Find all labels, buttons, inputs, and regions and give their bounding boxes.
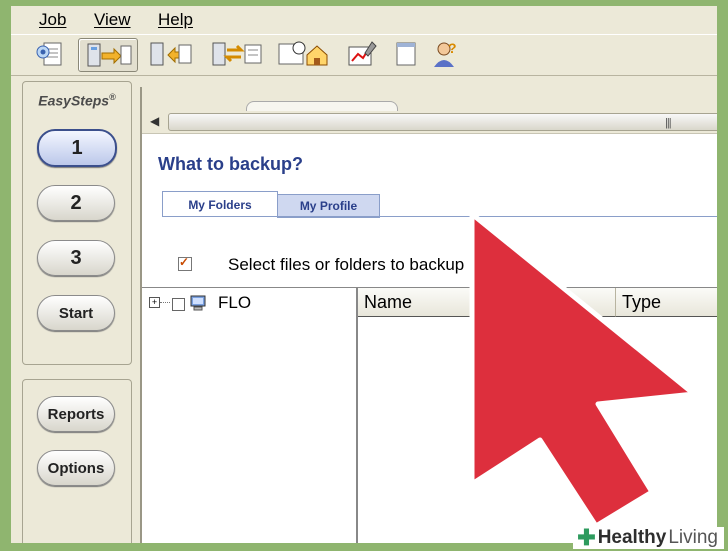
- pointer-arrow-overlay: [469, 211, 697, 529]
- watermark-brand: Healthy: [597, 527, 667, 548]
- watermark-brand-2: Living: [668, 527, 718, 548]
- plus-icon: ✚: [577, 525, 596, 550]
- watermark-logo: ✚ Healthy Living: [573, 527, 724, 549]
